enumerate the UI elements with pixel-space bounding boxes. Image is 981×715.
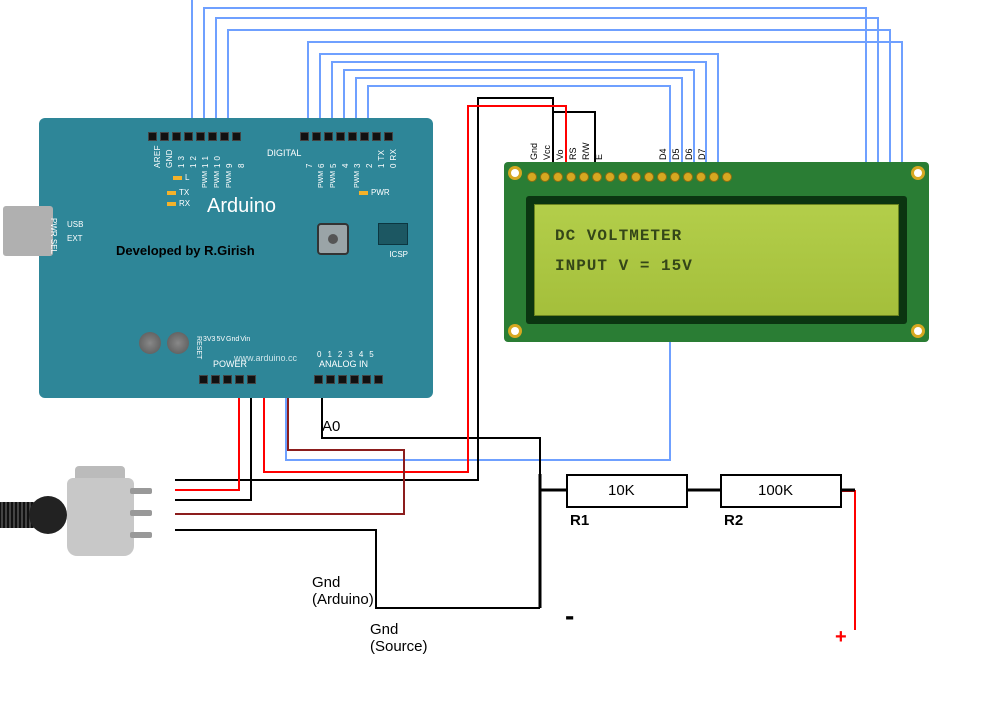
- plus-label: +: [835, 626, 847, 649]
- arduino-name: Arduino: [207, 195, 276, 218]
- icsp-label: ICSP: [389, 250, 408, 259]
- reset-button: [317, 223, 349, 255]
- power-pin-labels: RESET 3V3 5V Gnd Vin: [195, 336, 250, 359]
- led-pwr: [359, 191, 368, 195]
- gnd-source-label: Gnd (Source): [370, 621, 428, 655]
- gnd-arduino-label: Gnd (Arduino): [312, 574, 374, 608]
- usb-ext-label: USBEXT: [67, 218, 83, 246]
- led-tx: [167, 191, 176, 195]
- lcd-display: DC VOLTMETER INPUT V = 15V: [534, 204, 899, 316]
- power-label: POWER: [213, 359, 247, 369]
- lcd-module: DC VOLTMETER INPUT V = 15V: [504, 162, 929, 342]
- capacitor-2: [167, 332, 189, 354]
- usb-plug: [3, 206, 53, 256]
- resistor-r2: 100K: [720, 474, 842, 508]
- r2-name: R2: [724, 512, 743, 529]
- lcd-pin-row: [527, 172, 732, 182]
- a0-label: A0: [322, 418, 340, 435]
- digital-label: DIGITAL: [267, 148, 301, 158]
- lcd-screen: DC VOLTMETER INPUT V = 15V: [526, 196, 907, 324]
- icsp-header: [378, 223, 408, 245]
- led-l: [173, 176, 182, 180]
- r1-name: R1: [570, 512, 589, 529]
- digital-header-left: [148, 132, 241, 141]
- minus-label: -: [565, 600, 574, 632]
- arduino-board: PWR SEL USBEXT AREF GND 1 3 1 2 1 1 1 0 …: [39, 118, 433, 398]
- pwr-sel-label: PWR SEL: [49, 218, 58, 254]
- potentiometer: [67, 478, 134, 556]
- digital-header-right: [300, 132, 393, 141]
- lcd-line1: DC VOLTMETER: [555, 221, 878, 251]
- developed-by: Developed by R.Girish: [116, 243, 255, 258]
- lcd-line2: INPUT V = 15V: [555, 251, 878, 281]
- analog-label: ANALOG IN: [319, 359, 368, 369]
- led-rx: [167, 202, 176, 206]
- analog-header: [314, 375, 383, 384]
- capacitor-1: [139, 332, 161, 354]
- resistor-r1: 10K: [566, 474, 688, 508]
- analog-pin-labels: 012345: [317, 350, 380, 359]
- power-header: [199, 375, 256, 384]
